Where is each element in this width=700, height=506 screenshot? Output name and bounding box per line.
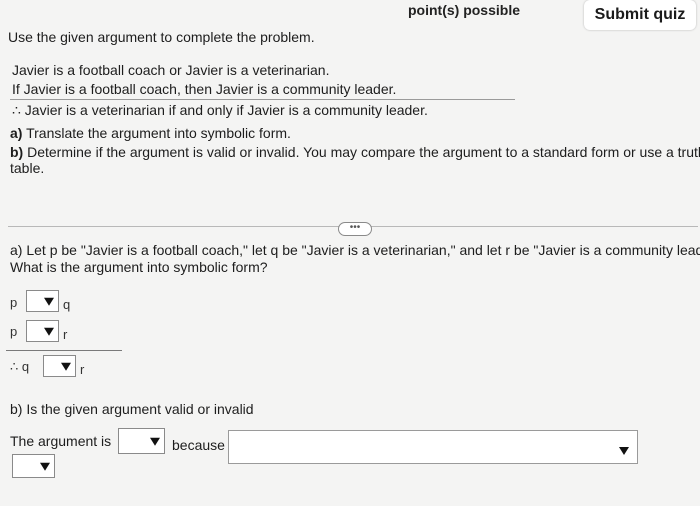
valid-invalid-select[interactable] (118, 428, 165, 454)
row1-connective-select[interactable] (26, 290, 59, 312)
row2-right-var: r (63, 327, 68, 342)
row3-connective-select[interactable] (43, 355, 76, 377)
conclusion-line (6, 350, 122, 351)
part-b-prompt: b) Determine if the argument is valid or… (10, 144, 700, 160)
part-a-prompt: a) Translate the argument into symbolic … (10, 125, 291, 141)
row1-right-var: q (63, 297, 71, 312)
row3-right-var: r (80, 362, 85, 377)
points-possible-label: point(s) possible (408, 2, 520, 18)
premise-1: Javier is a football coach or Javier is … (12, 62, 330, 78)
row2-connective-select[interactable] (26, 320, 59, 342)
dropdown-arrow-icon (619, 447, 629, 455)
answer-b-question: b) Is the given argument valid or invali… (10, 401, 254, 417)
answer-a-question: What is the argument into symbolic form? (10, 259, 268, 275)
expand-button[interactable]: ••• (338, 222, 372, 236)
conclusion: ∴ Javier is a veterinarian if and only i… (12, 102, 428, 118)
dropdown-arrow-icon (44, 297, 54, 306)
row3-left-var: ∴ q (10, 359, 30, 374)
part-a-text: Translate the argument into symbolic for… (26, 125, 291, 141)
part-b-text-cont: table. (10, 160, 45, 176)
dropdown-arrow-icon (44, 327, 54, 336)
part-b-label: b) (10, 144, 24, 160)
answer-a-definition: a) Let p be "Javier is a football coach,… (10, 242, 700, 258)
part-b-text: Determine if the argument is valid or in… (27, 144, 700, 160)
reason-select[interactable] (228, 430, 638, 464)
row2-left-var: p (10, 324, 18, 339)
dropdown-arrow-icon (61, 362, 71, 371)
because-label: because (172, 437, 225, 453)
dropdown-arrow-icon (150, 437, 160, 446)
submit-quiz-button[interactable]: Submit quiz (584, 0, 696, 30)
standard-form-select[interactable] (12, 454, 55, 478)
argument-is-label: The argument is (10, 433, 112, 449)
dropdown-arrow-icon (40, 462, 50, 471)
premise-2: If Javier is a football coach, then Javi… (12, 81, 397, 97)
argument-divider (10, 99, 515, 100)
part-a-label: a) (10, 125, 23, 141)
instruction-text: Use the given argument to complete the p… (8, 29, 315, 45)
row1-left-var: p (10, 295, 18, 310)
